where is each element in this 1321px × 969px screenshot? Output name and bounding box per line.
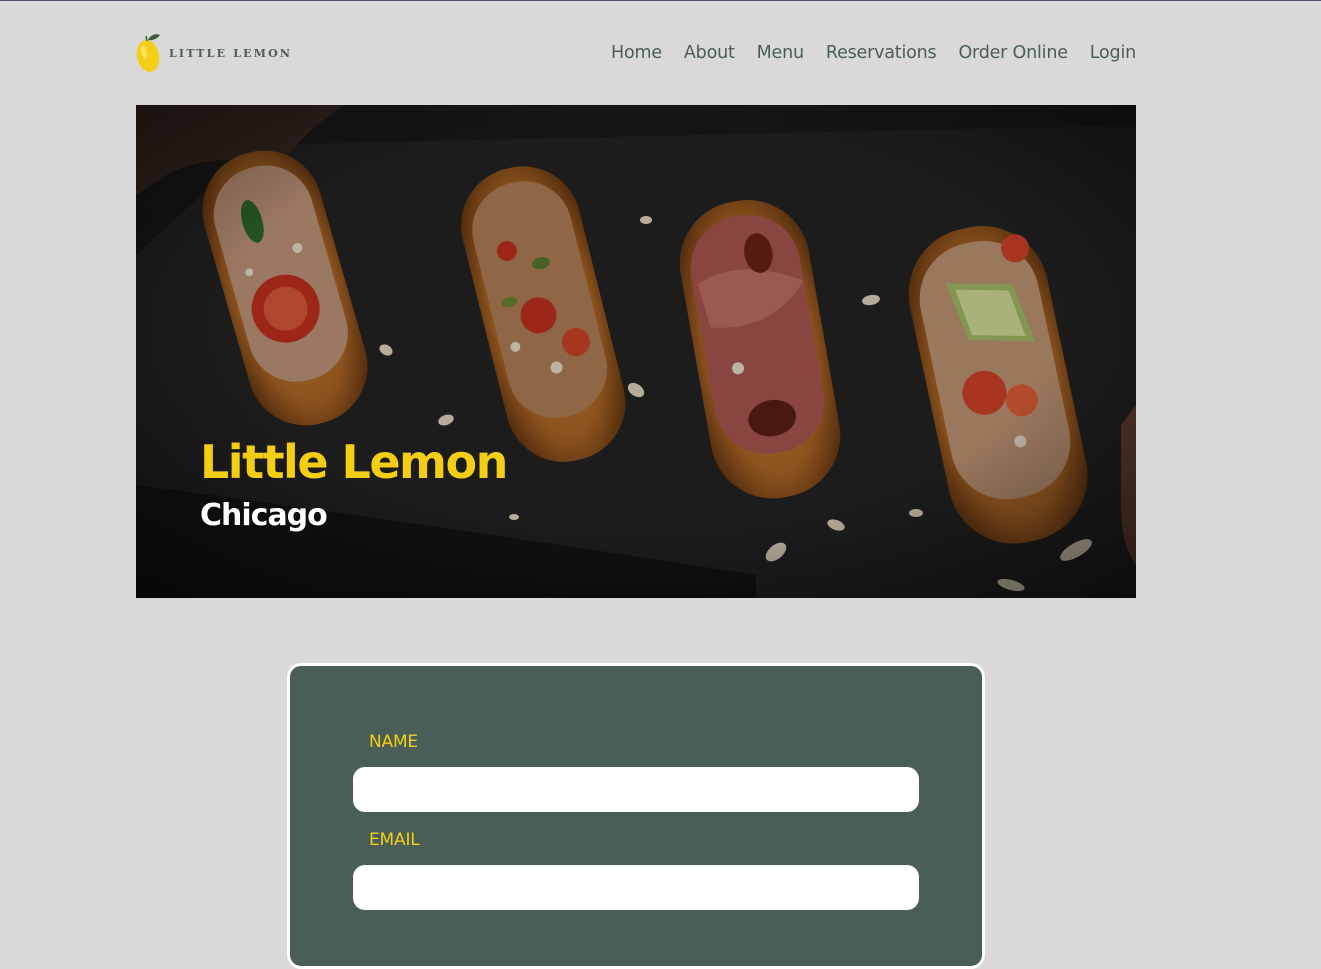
nav-link-menu[interactable]: Menu <box>757 43 804 63</box>
nav-link-order-online[interactable]: Order Online <box>958 43 1068 63</box>
hero-subtitle: Chicago <box>200 498 328 533</box>
logo-text: LITTLE LEMON <box>169 46 293 60</box>
nav-link-login[interactable]: Login <box>1090 43 1136 63</box>
name-field[interactable] <box>353 767 919 812</box>
nav-link-reservations[interactable]: Reservations <box>826 43 937 63</box>
lemon-icon <box>136 34 160 72</box>
hero-banner: Little Lemon Chicago <box>136 105 1136 598</box>
site-header: LITTLE LEMON Home About Menu Reservation… <box>136 1 1136 106</box>
email-label: EMAIL <box>369 830 420 850</box>
nav-link-home[interactable]: Home <box>611 43 662 63</box>
reservation-form: NAME EMAIL <box>287 663 985 969</box>
logo[interactable]: LITTLE LEMON <box>136 32 292 74</box>
email-field[interactable] <box>353 865 919 910</box>
hero-title: Little Lemon <box>200 435 508 489</box>
nav-link-about[interactable]: About <box>684 43 735 63</box>
main-nav: Home About Menu Reservations Order Onlin… <box>611 43 1136 63</box>
name-label: NAME <box>369 732 418 752</box>
